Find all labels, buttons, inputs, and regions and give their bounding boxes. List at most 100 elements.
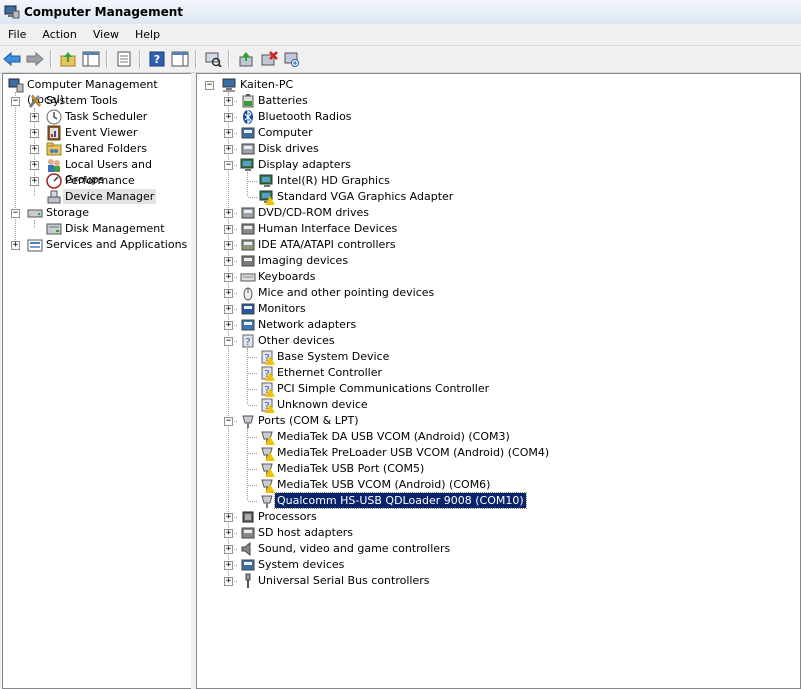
- device-item-monitors[interactable]: Monitors: [256, 301, 308, 316]
- tree-item-services-applications[interactable]: Services and Applications: [44, 237, 189, 252]
- device-item-unknown[interactable]: Unknown device: [275, 397, 370, 412]
- expand-toggle[interactable]: +: [224, 97, 233, 106]
- monitor-icon: [240, 301, 256, 317]
- tree-item-shared-folders[interactable]: Shared Folders: [63, 141, 149, 156]
- tree-item-disk-management[interactable]: Disk Management: [63, 221, 167, 236]
- device-item-mtk-preloader[interactable]: MediaTek PreLoader USB VCOM (Android) (C…: [275, 445, 551, 460]
- expand-toggle[interactable]: +: [224, 273, 233, 282]
- device-item-display-adapters[interactable]: Display adapters: [256, 157, 353, 172]
- menu-help[interactable]: Help: [127, 28, 168, 41]
- collapse-toggle[interactable]: −: [205, 81, 214, 90]
- menu-view[interactable]: View: [85, 28, 127, 41]
- device-item-ide[interactable]: IDE ATA/ATAPI controllers: [256, 237, 398, 252]
- device-item-disk-drives[interactable]: Disk drives: [256, 141, 321, 156]
- expand-toggle[interactable]: +: [224, 577, 233, 586]
- device-tree-root[interactable]: Kaiten-PC: [238, 77, 295, 92]
- device-item-other-devices[interactable]: Other devices: [256, 333, 337, 348]
- device-item-processors[interactable]: Processors: [256, 509, 319, 524]
- expand-toggle[interactable]: +: [224, 529, 233, 538]
- port-icon: [259, 493, 275, 509]
- tree-line: [248, 373, 257, 374]
- expand-toggle[interactable]: +: [224, 129, 233, 138]
- device-tree-pane[interactable]: − Kaiten-PC + Batteries + Bluetooth Radios +…: [196, 73, 801, 689]
- pane-splitter[interactable]: [191, 73, 195, 689]
- expand-toggle[interactable]: +: [224, 561, 233, 570]
- console-tree-pane[interactable]: Computer Management (Local) − System Too…: [2, 73, 192, 689]
- expand-toggle[interactable]: +: [224, 145, 233, 154]
- menu-file[interactable]: File: [0, 28, 34, 41]
- device-item-bluetooth[interactable]: Bluetooth Radios: [256, 109, 354, 124]
- action-pane-icon[interactable]: [169, 48, 191, 70]
- device-item-usb[interactable]: Universal Serial Bus controllers: [256, 573, 431, 588]
- device-item-sound[interactable]: Sound, video and game controllers: [256, 541, 452, 556]
- device-item-mtk-da[interactable]: MediaTek DA USB VCOM (Android) (COM3): [275, 429, 512, 444]
- tree-item-storage[interactable]: Storage: [44, 205, 91, 220]
- expand-toggle[interactable]: +: [224, 209, 233, 218]
- display-adapter-icon: [240, 157, 256, 173]
- expand-toggle[interactable]: +: [224, 257, 233, 266]
- expand-toggle[interactable]: +: [224, 241, 233, 250]
- expand-toggle[interactable]: +: [224, 305, 233, 314]
- collapse-toggle[interactable]: −: [224, 161, 233, 170]
- device-item-computer[interactable]: Computer: [256, 125, 315, 140]
- expand-toggle[interactable]: +: [30, 145, 39, 154]
- device-item-mtk-port[interactable]: MediaTek USB Port (COM5): [275, 461, 426, 476]
- tree-item-task-scheduler[interactable]: Task Scheduler: [63, 109, 149, 124]
- expand-toggle[interactable]: +: [224, 321, 233, 330]
- services-icon: [27, 237, 43, 253]
- device-item-qualcomm[interactable]: Qualcomm HS-USB QDLoader 9008 (COM10): [274, 492, 527, 509]
- system-device-icon: [240, 557, 256, 573]
- collapse-toggle[interactable]: −: [11, 97, 20, 106]
- device-item-dvd[interactable]: DVD/CD-ROM drives: [256, 205, 371, 220]
- back-arrow-icon[interactable]: [1, 48, 23, 70]
- collapse-toggle[interactable]: −: [224, 337, 233, 346]
- device-item-network[interactable]: Network adapters: [256, 317, 358, 332]
- disable-icon[interactable]: [281, 48, 303, 70]
- device-item-ports[interactable]: Ports (COM & LPT): [256, 413, 361, 428]
- device-item-ethernet[interactable]: Ethernet Controller: [275, 365, 384, 380]
- forward-arrow-icon[interactable]: [24, 48, 46, 70]
- device-item-mtk-vcom[interactable]: MediaTek USB VCOM (Android) (COM6): [275, 477, 492, 492]
- device-item-hid[interactable]: Human Interface Devices: [256, 221, 399, 236]
- tree-item-computer-management[interactable]: Computer Management (Local): [25, 77, 191, 106]
- properties-icon[interactable]: [113, 48, 135, 70]
- tree-line: [248, 357, 257, 358]
- warning-icon: [265, 452, 275, 461]
- device-item-base-system[interactable]: Base System Device: [275, 349, 391, 364]
- help-icon[interactable]: ?: [146, 48, 168, 70]
- device-item-system-devices[interactable]: System devices: [256, 557, 346, 572]
- uninstall-icon[interactable]: [258, 48, 280, 70]
- expand-toggle[interactable]: +: [30, 129, 39, 138]
- device-item-imaging[interactable]: Imaging devices: [256, 253, 350, 268]
- expand-toggle[interactable]: +: [224, 113, 233, 122]
- scan-hardware-icon[interactable]: [202, 48, 224, 70]
- device-item-std-vga[interactable]: Standard VGA Graphics Adapter: [275, 189, 455, 204]
- collapse-toggle[interactable]: −: [224, 417, 233, 426]
- show-hide-tree-icon[interactable]: [80, 48, 102, 70]
- tree-item-device-manager[interactable]: Device Manager: [63, 189, 157, 204]
- expand-toggle[interactable]: +: [224, 545, 233, 554]
- tree-item-local-users-groups[interactable]: Local Users and Groups: [63, 157, 191, 186]
- expand-toggle[interactable]: +: [224, 289, 233, 298]
- update-driver-icon[interactable]: [235, 48, 257, 70]
- tree-item-system-tools[interactable]: System Tools: [44, 93, 120, 108]
- expand-toggle[interactable]: +: [11, 241, 20, 250]
- unknown-device-icon: ?: [240, 333, 256, 349]
- device-item-intel-hd[interactable]: Intel(R) HD Graphics: [275, 173, 392, 188]
- device-item-mice[interactable]: Mice and other pointing devices: [256, 285, 436, 300]
- expand-toggle[interactable]: +: [224, 513, 233, 522]
- device-item-sd-host[interactable]: SD host adapters: [256, 525, 355, 540]
- collapse-toggle[interactable]: −: [11, 209, 20, 218]
- tree-item-performance[interactable]: Performance: [63, 173, 137, 188]
- expand-toggle[interactable]: +: [30, 177, 39, 186]
- expand-toggle[interactable]: +: [30, 161, 39, 170]
- expand-toggle[interactable]: +: [30, 113, 39, 122]
- menu-action[interactable]: Action: [34, 28, 84, 41]
- device-item-pci-comm[interactable]: PCI Simple Communications Controller: [275, 381, 491, 396]
- expand-toggle[interactable]: +: [224, 225, 233, 234]
- device-item-keyboards[interactable]: Keyboards: [256, 269, 317, 284]
- device-item-batteries[interactable]: Batteries: [256, 93, 310, 108]
- warning-icon: [265, 404, 275, 413]
- up-folder-icon[interactable]: [57, 48, 79, 70]
- tree-item-event-viewer[interactable]: Event Viewer: [63, 125, 139, 140]
